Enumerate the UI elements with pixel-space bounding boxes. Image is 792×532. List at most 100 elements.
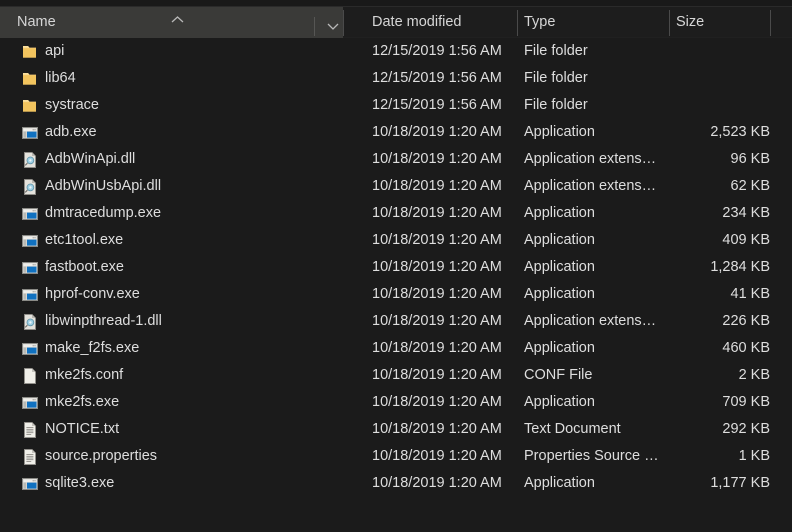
file-row[interactable]: etc1tool.exe 10/18/2019 1:20 AM Applicatio… (0, 227, 792, 254)
file-size-cell: 1,284 KB (710, 259, 770, 275)
application-icon (21, 394, 39, 412)
file-type-cell: CONF File (524, 367, 593, 383)
file-date-modified-cell: 10/18/2019 1:20 AM (372, 313, 502, 329)
file-date-modified-cell: 10/18/2019 1:20 AM (372, 124, 502, 140)
file-explorer-details-view: Name Date modified Type Size api 12/15/20 (0, 0, 792, 532)
file-name-cell: dmtracedump.exe (45, 205, 162, 221)
file-row[interactable]: AdbWinUsbApi.dll 10/18/2019 1:20 AM Applic… (0, 173, 792, 200)
dll-icon (21, 151, 39, 169)
file-row[interactable]: AdbWinApi.dll 10/18/2019 1:20 AM Applicati… (0, 146, 792, 173)
file-size-cell: 1 KB (738, 448, 770, 464)
file-size-cell: 226 KB (722, 313, 770, 329)
file-size-cell (660, 92, 770, 119)
file-name-cell: sqlite3.exe (45, 475, 115, 491)
dll-icon (21, 313, 39, 331)
file-row[interactable]: source.properties 10/18/2019 1:20 AM Prope… (0, 443, 792, 470)
file-size-cell: 709 KB (722, 394, 770, 410)
file-name-cell: NOTICE.txt (45, 421, 120, 437)
file-type-cell: File folder (524, 70, 588, 86)
name-header-divider (314, 17, 315, 36)
file-date-modified-cell: 10/18/2019 1:20 AM (372, 394, 502, 410)
file-date-modified-cell: 10/18/2019 1:20 AM (372, 151, 502, 167)
file-row[interactable]: adb.exe 10/18/2019 1:20 AM Application 2,52… (0, 119, 792, 146)
column-header-type-label: Type (524, 14, 556, 30)
file-row[interactable]: hprof-conv.exe 10/18/2019 1:20 AM Applicat… (0, 281, 792, 308)
file-row[interactable]: fastboot.exe 10/18/2019 1:20 AM Applicatio… (0, 254, 792, 281)
file-name-cell: systrace (45, 97, 99, 113)
application-icon (21, 475, 39, 493)
file-date-modified-cell: 12/15/2019 1:56 AM (372, 43, 502, 59)
file-row[interactable]: NOTICE.txt 10/18/2019 1:20 AM Text Documen… (0, 416, 792, 443)
file-date-modified-cell: 10/18/2019 1:20 AM (372, 178, 502, 194)
file-row[interactable]: mke2fs.conf 10/18/2019 1:20 AM CONF File 2 … (0, 362, 792, 389)
folder-icon (21, 43, 39, 61)
file-row[interactable]: api 12/15/2019 1:56 AM File folder (0, 38, 792, 65)
column-separator-date[interactable] (517, 10, 518, 36)
file-date-modified-cell: 10/18/2019 1:20 AM (372, 259, 502, 275)
dll-icon (21, 178, 39, 196)
column-header-date-modified-label: Date modified (372, 14, 462, 30)
file-type-cell: Application (524, 124, 595, 140)
column-header-size-label: Size (676, 14, 705, 30)
chevron-down-icon[interactable] (323, 14, 343, 38)
file-row[interactable]: mke2fs.exe 10/18/2019 1:20 AM Application 7… (0, 389, 792, 416)
file-size-cell: 2,523 KB (710, 124, 770, 140)
file-row[interactable]: dmtracedump.exe 10/18/2019 1:20 AM Applica… (0, 200, 792, 227)
column-header-bar: Name Date modified Type Size (0, 7, 792, 38)
file-name-cell: make_f2fs.exe (45, 340, 140, 356)
file-size-cell: 1,177 KB (710, 475, 770, 491)
file-date-modified-cell: 10/18/2019 1:20 AM (372, 205, 502, 221)
file-row[interactable]: make_f2fs.exe 10/18/2019 1:20 AM Applicati… (0, 335, 792, 362)
file-name-cell: mke2fs.conf (45, 367, 124, 383)
file-type-cell: Application (524, 286, 595, 302)
column-separator-size[interactable] (770, 10, 771, 36)
application-icon (21, 124, 39, 142)
file-type-cell: Application (524, 259, 595, 275)
file-row[interactable]: sqlite3.exe 10/18/2019 1:20 AM Application… (0, 470, 792, 497)
file-name-cell: api (45, 43, 65, 59)
column-header-type[interactable]: Type (524, 7, 669, 38)
text-document-icon (21, 421, 39, 439)
text-document-icon (21, 448, 39, 466)
file-date-modified-cell: 12/15/2019 1:56 AM (372, 97, 502, 113)
file-type-cell: Text Document (524, 421, 621, 437)
file-type-cell: Application (524, 340, 595, 356)
column-header-size[interactable]: Size (676, 7, 770, 38)
application-icon (21, 205, 39, 223)
folder-icon (21, 70, 39, 88)
file-type-cell: Application extens… (524, 313, 657, 329)
file-name-cell: AdbWinUsbApi.dll (45, 178, 162, 194)
file-type-cell: Application extens… (524, 178, 657, 194)
column-header-date-modified[interactable]: Date modified (372, 7, 517, 38)
file-size-cell: 234 KB (722, 205, 770, 221)
file-date-modified-cell: 10/18/2019 1:20 AM (372, 475, 502, 491)
column-header-name-label: Name (17, 14, 56, 30)
file-name-cell: fastboot.exe (45, 259, 124, 275)
column-separator-type[interactable] (669, 10, 670, 36)
file-date-modified-cell: 10/18/2019 1:20 AM (372, 286, 502, 302)
file-list: api 12/15/2019 1:56 AM File folder lib64 12/… (0, 38, 792, 532)
file-date-modified-cell: 10/18/2019 1:20 AM (372, 232, 502, 248)
file-name-cell: hprof-conv.exe (45, 286, 140, 302)
file-size-cell: 2 KB (738, 367, 770, 383)
file-row[interactable]: libwinpthread-1.dll 10/18/2019 1:20 AM App… (0, 308, 792, 335)
file-type-cell: Application (524, 232, 595, 248)
file-name-cell: libwinpthread-1.dll (45, 313, 162, 329)
file-type-cell: Application (524, 205, 595, 221)
application-icon (21, 286, 39, 304)
file-size-cell: 41 KB (730, 286, 771, 302)
application-icon (21, 259, 39, 277)
file-type-cell: File folder (524, 97, 588, 113)
file-name-cell: source.properties (45, 448, 158, 464)
column-separator-name[interactable] (343, 10, 344, 36)
file-size-cell: 292 KB (722, 421, 770, 437)
file-name-cell: lib64 (45, 70, 76, 86)
file-name-cell: adb.exe (45, 124, 97, 140)
file-type-cell: Application (524, 475, 595, 491)
file-type-cell: Application (524, 394, 595, 410)
file-row[interactable]: systrace 12/15/2019 1:56 AM File folder (0, 92, 792, 119)
file-row[interactable]: lib64 12/15/2019 1:56 AM File folder (0, 65, 792, 92)
file-date-modified-cell: 10/18/2019 1:20 AM (372, 367, 502, 383)
file-type-cell: Properties Source … (524, 448, 659, 464)
caret-up-icon (171, 15, 184, 24)
